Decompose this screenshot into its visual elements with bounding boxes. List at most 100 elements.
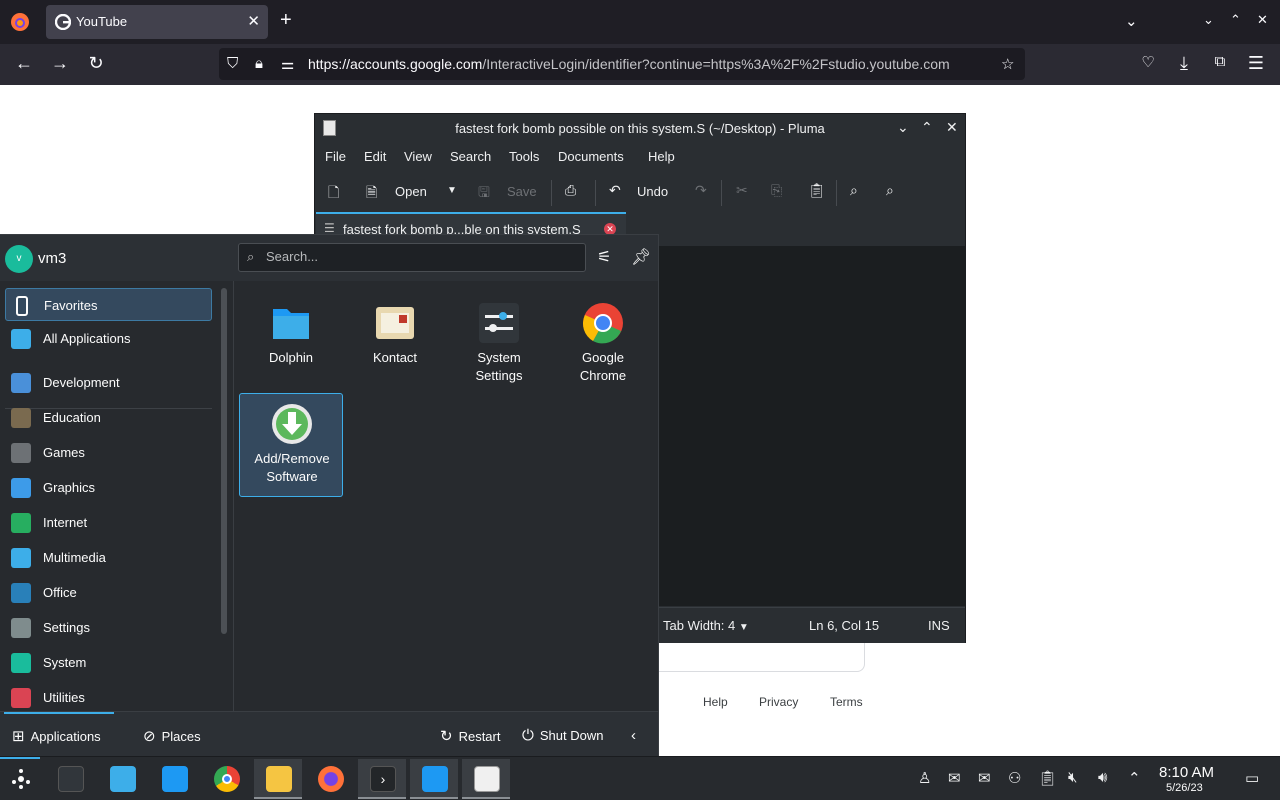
- list-all-tabs-icon[interactable]: ⌄: [1125, 12, 1138, 30]
- restart-button[interactable]: ↻ Restart: [440, 727, 500, 745]
- firefox-icon[interactable]: [10, 12, 30, 32]
- open-button[interactable]: Open: [395, 184, 427, 199]
- new-document-icon[interactable]: 🗋: [328, 182, 339, 206]
- category-development[interactable]: Development: [5, 366, 212, 399]
- places-tab[interactable]: ⊘ Places: [143, 727, 201, 745]
- minimize-icon[interactable]: ⌄: [897, 119, 909, 136]
- pluma-titlebar[interactable]: fastest fork bomb possible on this syste…: [315, 114, 965, 143]
- paste-icon[interactable]: 📋︎: [808, 182, 826, 199]
- show-desktop-icon[interactable]: ▭: [1245, 769, 1259, 787]
- pocket-icon[interactable]: ♡: [1136, 53, 1160, 71]
- category-favorites[interactable]: Favorites: [5, 288, 212, 321]
- extensions-icon[interactable]: ⧉: [1208, 53, 1232, 70]
- clock-date[interactable]: 5/26/23: [1166, 782, 1203, 794]
- muted-icon[interactable]: 🔇︎: [1068, 769, 1077, 786]
- open-icon[interactable]: 🗎: [366, 182, 377, 206]
- forward-icon[interactable]: →: [48, 53, 72, 74]
- undo-icon[interactable]: ↶: [609, 182, 621, 199]
- category-utilities[interactable]: Utilities: [5, 681, 212, 711]
- avatar[interactable]: v: [5, 245, 33, 273]
- new-tab-button[interactable]: +: [280, 10, 292, 30]
- category-label: Favorites: [44, 298, 98, 313]
- maximize-icon[interactable]: ⌃: [921, 119, 933, 136]
- category-multimedia[interactable]: Multimedia: [5, 541, 212, 574]
- applications-tab[interactable]: ⊞ Applications: [12, 727, 101, 745]
- find-replace-icon[interactable]: ⌕: [886, 182, 894, 199]
- category-system[interactable]: System: [5, 646, 212, 679]
- app-label-line1: Add/Remove: [254, 451, 330, 466]
- footer-privacy-link[interactable]: Privacy: [759, 695, 798, 709]
- category-graphics[interactable]: Graphics: [5, 471, 212, 504]
- search-box[interactable]: ⌕: [238, 243, 586, 272]
- maximize-icon[interactable]: ⌃: [1230, 12, 1241, 28]
- task-discover[interactable]: [98, 759, 146, 799]
- menu-view[interactable]: View: [404, 149, 432, 164]
- menu-help[interactable]: Help: [648, 149, 675, 164]
- kontact-tray-icon[interactable]: ✉: [948, 769, 961, 787]
- menu-documents[interactable]: Documents: [558, 149, 624, 164]
- task-folder[interactable]: [410, 759, 458, 799]
- clipboard-icon[interactable]: 📋︎: [1038, 769, 1057, 787]
- close-window-icon[interactable]: ✕: [1257, 12, 1268, 28]
- task-chrome[interactable]: [202, 759, 250, 799]
- category-settings[interactable]: Settings: [5, 611, 212, 644]
- pin-icon[interactable]: 📌︎: [631, 247, 651, 267]
- app-label-line1: Kontact: [372, 350, 418, 365]
- browser-tab-youtube[interactable]: YouTube ✕: [46, 5, 268, 39]
- menu-edit[interactable]: Edit: [364, 149, 386, 164]
- user-icon[interactable]: ♙: [918, 769, 931, 787]
- permissions-icon[interactable]: ⚌: [281, 55, 294, 73]
- back-icon[interactable]: ←: [12, 53, 36, 74]
- task-pluma[interactable]: [462, 759, 510, 799]
- configure-icon[interactable]: ⚟: [597, 247, 611, 267]
- menu-tools[interactable]: Tools: [509, 149, 539, 164]
- url-text[interactable]: https://accounts.google.com/InteractiveL…: [308, 56, 992, 72]
- footer-terms-link[interactable]: Terms: [830, 695, 863, 709]
- app-kontact[interactable]: Kontact: [343, 293, 447, 397]
- category-games[interactable]: Games: [5, 436, 212, 469]
- task-system-settings[interactable]: [46, 759, 94, 799]
- shutdown-button[interactable]: ⏻ Shut Down: [522, 727, 603, 744]
- launcher-button[interactable]: [0, 757, 48, 799]
- shield-icon[interactable]: ⛉: [227, 55, 238, 72]
- toolbar-separator: [551, 180, 552, 206]
- menu-icon[interactable]: ☰: [1244, 53, 1268, 74]
- users-icon[interactable]: ⚇: [1008, 769, 1021, 787]
- volume-icon[interactable]: 🔊︎: [1098, 769, 1107, 786]
- app-google-chrome[interactable]: Google Chrome: [551, 293, 655, 397]
- open-dropdown-icon[interactable]: ▼: [447, 185, 457, 196]
- menu-search[interactable]: Search: [450, 149, 491, 164]
- tab-width-selector[interactable]: Tab Width: 4 ▼: [663, 618, 749, 633]
- footer-help-link[interactable]: Help: [703, 695, 728, 709]
- task-firefox[interactable]: [306, 759, 354, 799]
- category-all-applications[interactable]: All Applications: [5, 322, 212, 355]
- app-add-remove-software[interactable]: Add/Remove Software: [239, 393, 343, 497]
- leave-menu-button[interactable]: ‹: [631, 727, 642, 744]
- menu-file[interactable]: File: [325, 149, 346, 164]
- category-office[interactable]: Office: [5, 576, 212, 609]
- category-internet[interactable]: Internet: [5, 506, 212, 539]
- task-konsole[interactable]: ›: [358, 759, 406, 799]
- clock-time[interactable]: 8:10 AM: [1159, 764, 1214, 781]
- find-icon[interactable]: ⌕: [850, 182, 858, 199]
- print-icon[interactable]: ⎙: [565, 182, 576, 199]
- category-education[interactable]: Education: [5, 401, 212, 434]
- close-icon[interactable]: ✕: [946, 119, 958, 136]
- address-bar[interactable]: ⛉ 🔒︎ ⚌ https://accounts.google.com/Inter…: [219, 48, 1025, 80]
- app-system-settings[interactable]: System Settings: [447, 293, 551, 397]
- chevron-up-icon[interactable]: ⌃: [1128, 769, 1141, 787]
- category-office-icon: [11, 583, 31, 603]
- task-dolphin[interactable]: [150, 759, 198, 799]
- minimize-icon[interactable]: ⌄: [1203, 12, 1214, 28]
- reload-icon[interactable]: ↻: [84, 53, 108, 74]
- app-dolphin[interactable]: Dolphin: [239, 293, 343, 397]
- close-tab-icon[interactable]: ✕: [247, 12, 260, 30]
- undo-button[interactable]: Undo: [637, 184, 668, 199]
- task-kontact[interactable]: [254, 759, 302, 799]
- search-input[interactable]: [266, 249, 566, 264]
- mail-icon[interactable]: ✉: [978, 769, 991, 787]
- scrollbar[interactable]: [221, 288, 227, 634]
- lock-icon[interactable]: 🔒︎: [255, 55, 263, 72]
- downloads-icon[interactable]: ⤓: [1172, 53, 1196, 74]
- bookmark-star-icon[interactable]: ☆: [1001, 55, 1014, 73]
